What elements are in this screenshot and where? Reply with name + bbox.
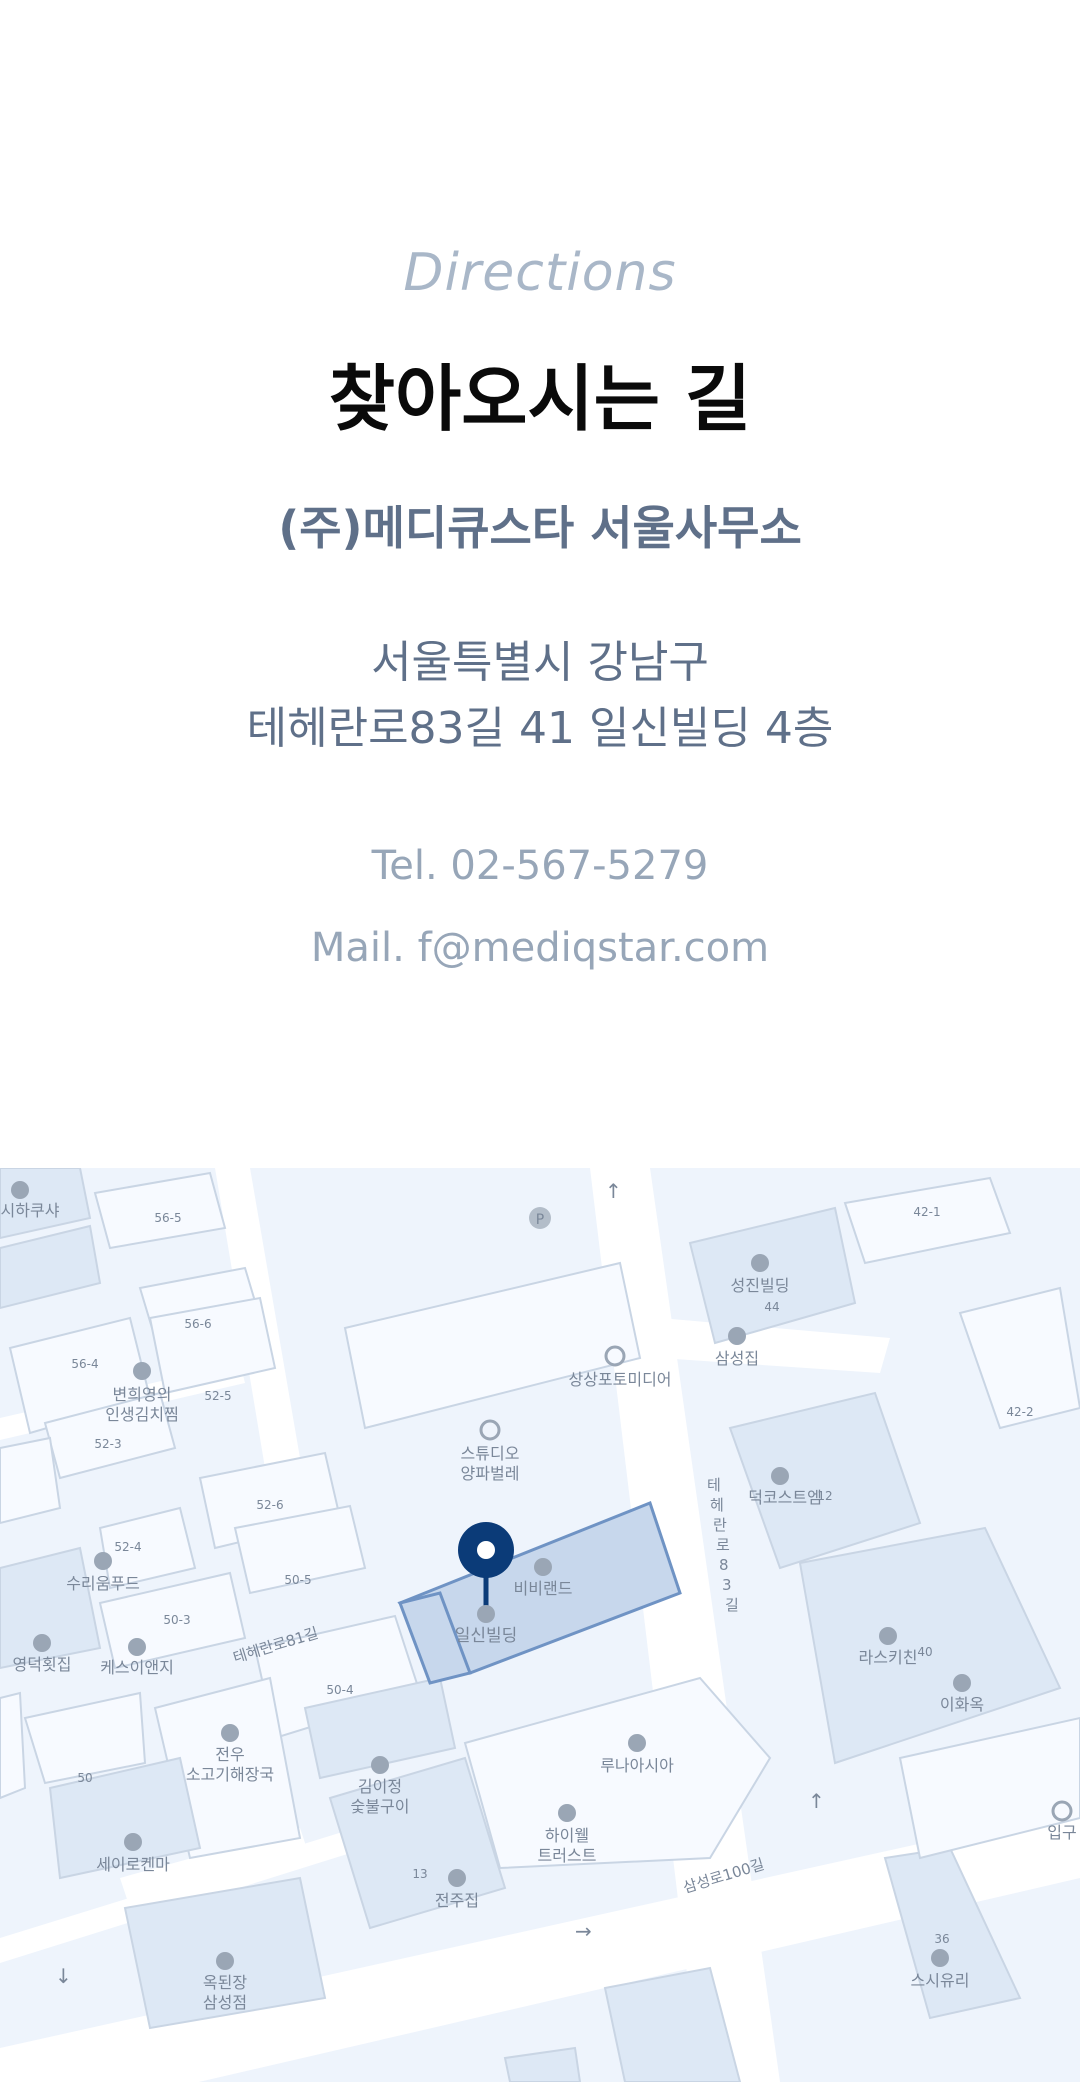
svg-text:삼성점: 삼성점: [203, 1993, 247, 2012]
svg-text:헤: 헤: [710, 1496, 724, 1514]
svg-text:이화옥: 이화옥: [940, 1695, 984, 1714]
svg-text:스튜디오: 스튜디오: [461, 1444, 520, 1463]
svg-text:변희영의: 변희영의: [113, 1385, 172, 1404]
svg-text:52-5: 52-5: [204, 1389, 231, 1403]
svg-text:입구: 입구: [1047, 1823, 1076, 1842]
svg-text:하이웰: 하이웰: [545, 1826, 589, 1845]
svg-text:56-5: 56-5: [154, 1211, 181, 1225]
section-title-korean: 찾아오시는 길: [328, 357, 752, 441]
svg-text:50-4: 50-4: [326, 1683, 353, 1697]
svg-text:3: 3: [722, 1576, 732, 1594]
address-line-1: 서울특별시 강남구: [371, 637, 709, 688]
svg-text:덕코스트엠: 덕코스트엠: [748, 1488, 822, 1507]
svg-text:시하쿠샤: 시하쿠샤: [1, 1201, 60, 1220]
svg-text:인생김치찜: 인생김치찜: [105, 1405, 179, 1424]
svg-text:↓: ↓: [55, 1964, 72, 1988]
svg-text:양파벌레: 양파벌레: [461, 1464, 520, 1483]
svg-text:영덕횟집: 영덕횟집: [13, 1655, 72, 1674]
section-title-english: Directions: [403, 243, 677, 303]
address-block: 서울특별시 강남구 테헤란로83길 41 일신빌딩 4층: [0, 630, 1080, 762]
svg-text:52-6: 52-6: [256, 1498, 283, 1512]
svg-text:소고기해장국: 소고기해장국: [186, 1765, 274, 1784]
phone-number[interactable]: Tel. 02-567-5279: [0, 843, 1080, 889]
svg-text:로: 로: [716, 1536, 730, 1554]
svg-text:P: P: [536, 1212, 544, 1228]
svg-text:김이정: 김이정: [358, 1777, 402, 1796]
svg-text:36: 36: [934, 1932, 949, 1946]
svg-text:52-4: 52-4: [114, 1540, 141, 1554]
svg-text:전우: 전우: [215, 1745, 244, 1764]
svg-text:↑: ↑: [605, 1179, 622, 1203]
svg-text:12: 12: [817, 1489, 832, 1503]
svg-text:40: 40: [917, 1645, 932, 1659]
svg-text:13: 13: [412, 1867, 427, 1881]
svg-text:성진빌딩: 성진빌딩: [731, 1276, 790, 1295]
svg-text:44: 44: [764, 1300, 779, 1314]
svg-text:42-1: 42-1: [913, 1205, 940, 1219]
svg-text:숯불구이: 숯불구이: [351, 1797, 410, 1816]
svg-text:란: 란: [713, 1516, 727, 1534]
map-canvas[interactable]: 테헤란로81길 삼성로100길 테 헤 란 로 8 3 길 시하쿠샤 56-5 …: [0, 1168, 1080, 2082]
svg-text:50-3: 50-3: [163, 1613, 190, 1627]
svg-text:50-5: 50-5: [284, 1573, 311, 1587]
svg-text:케스이앤지: 케스이앤지: [100, 1658, 174, 1677]
svg-text:42-2: 42-2: [1006, 1405, 1033, 1419]
svg-text:→: →: [575, 1919, 592, 1943]
svg-text:스시유리: 스시유리: [911, 1971, 970, 1990]
svg-text:테: 테: [707, 1476, 721, 1494]
svg-text:길: 길: [725, 1596, 739, 1614]
svg-text:56-6: 56-6: [184, 1317, 211, 1331]
email-address[interactable]: Mail. f@mediqstar.com: [0, 925, 1080, 971]
svg-text:전주집: 전주집: [435, 1891, 479, 1910]
svg-text:트러스트: 트러스트: [538, 1846, 597, 1865]
svg-text:수리움푸드: 수리움푸드: [66, 1574, 140, 1593]
svg-text:세이로켄마: 세이로켄마: [96, 1855, 170, 1874]
address-line-2: 테헤란로83길 41 일신빌딩 4층: [246, 703, 834, 754]
svg-text:라스키친: 라스키친: [859, 1648, 918, 1667]
svg-text:8: 8: [719, 1556, 729, 1574]
svg-text:52-3: 52-3: [94, 1437, 121, 1451]
company-name: (주)메디큐스타 서울사무소: [278, 501, 802, 555]
svg-text:56-4: 56-4: [71, 1357, 98, 1371]
svg-text:삼성집: 삼성집: [715, 1349, 759, 1368]
svg-text:상상포토미디어: 상상포토미디어: [568, 1370, 671, 1389]
location-map[interactable]: 테헤란로81길 삼성로100길 테 헤 란 로 8 3 길 시하쿠샤 56-5 …: [0, 1168, 1080, 2082]
svg-text:루나아시아: 루나아시아: [600, 1756, 674, 1775]
svg-text:↑: ↑: [808, 1789, 825, 1813]
marker-label: 일신빌딩: [455, 1626, 518, 1646]
svg-text:옥된장: 옥된장: [203, 1973, 247, 1992]
svg-text:50: 50: [77, 1771, 92, 1785]
svg-text:비비랜드: 비비랜드: [514, 1579, 573, 1598]
